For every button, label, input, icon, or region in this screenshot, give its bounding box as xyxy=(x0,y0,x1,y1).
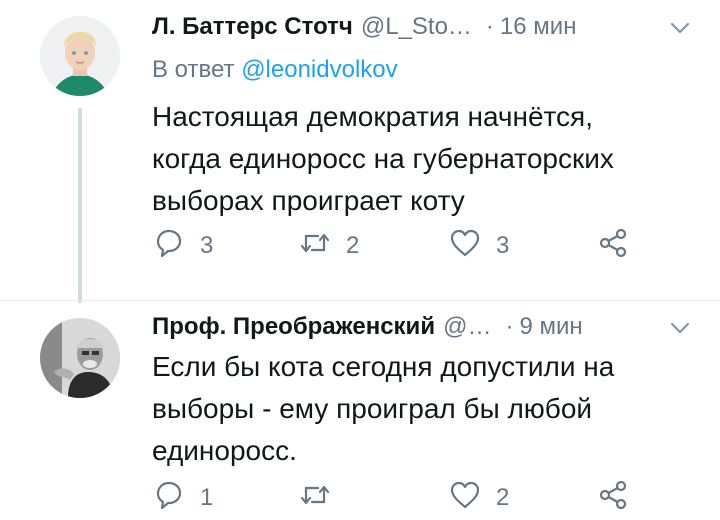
tweet-text: Если бы кота сегодня допустили на выборы… xyxy=(152,346,692,472)
tweet-1[interactable]: Л. Баттерс Стотч @L_Sto… · 16 мин В отве… xyxy=(0,0,720,303)
reply-prefix: В ответ xyxy=(152,56,235,83)
reply-button[interactable]: 3 xyxy=(152,226,213,266)
retweet-icon xyxy=(298,478,332,519)
share-icon xyxy=(596,478,630,519)
like-button[interactable]: 2 xyxy=(448,478,509,518)
retweet-icon xyxy=(298,226,332,267)
timestamp[interactable]: 9 мин xyxy=(519,313,582,341)
tweet-text-line: Настоящая демократия начнётся, xyxy=(152,101,593,132)
reply-icon xyxy=(152,478,186,519)
reply-count: 3 xyxy=(200,232,214,259)
like-count: 2 xyxy=(496,484,510,511)
chevron-down-icon[interactable] xyxy=(668,16,692,40)
like-icon xyxy=(448,226,482,267)
reply-count: 1 xyxy=(200,484,214,511)
tweet-header: Проф. Преображенский @… · 9 мин xyxy=(152,310,692,344)
tweet-header: Л. Баттерс Стотч @L_Sto… · 16 мин xyxy=(152,10,692,44)
author-name[interactable]: Л. Баттерс Стотч xyxy=(152,13,353,41)
tweet-text-line: Если бы кота сегодня допустили на xyxy=(152,351,615,382)
author-name[interactable]: Проф. Преображенский xyxy=(152,313,435,341)
reply-context: В ответ @leonidvolkov xyxy=(152,56,398,84)
tweet-2[interactable]: Проф. Преображенский @… · 9 мин Если бы … xyxy=(0,300,720,520)
separator-dot: · xyxy=(505,313,514,340)
tweet-actions: 1 2 xyxy=(152,478,692,518)
author-handle[interactable]: @L_Sto… xyxy=(361,13,472,41)
retweet-button[interactable]: 2 xyxy=(298,226,359,266)
share-button[interactable] xyxy=(596,226,630,266)
avatar[interactable] xyxy=(40,318,120,398)
share-button[interactable] xyxy=(596,478,630,518)
like-icon xyxy=(448,478,482,519)
thread-line xyxy=(78,108,82,303)
tweet-text-line: выборах проиграет коту xyxy=(152,185,465,216)
timestamp[interactable]: 16 мин xyxy=(500,13,577,41)
like-count: 3 xyxy=(496,232,510,259)
tweet-text-line: единоросс. xyxy=(152,435,297,466)
tweet-text-line: когда единоросс на губернаторских xyxy=(152,143,614,174)
avatar[interactable] xyxy=(40,16,120,96)
reply-icon xyxy=(152,226,186,267)
separator-dot: · xyxy=(485,13,494,40)
reply-mention-link[interactable]: @leonidvolkov xyxy=(241,56,397,83)
reply-button[interactable]: 1 xyxy=(152,478,213,518)
like-button[interactable]: 3 xyxy=(448,226,509,266)
retweet-count: 2 xyxy=(346,232,360,259)
retweet-button[interactable] xyxy=(298,478,346,518)
share-icon xyxy=(596,226,630,267)
author-handle[interactable]: @… xyxy=(443,313,491,341)
chevron-down-icon[interactable] xyxy=(668,316,692,340)
tweet-actions: 3 2 3 xyxy=(152,226,692,266)
tweet-text: Настоящая демократия начнётся, когда еди… xyxy=(152,96,692,222)
tweet-text-line: выборы - ему проиграл бы любой xyxy=(152,393,593,424)
